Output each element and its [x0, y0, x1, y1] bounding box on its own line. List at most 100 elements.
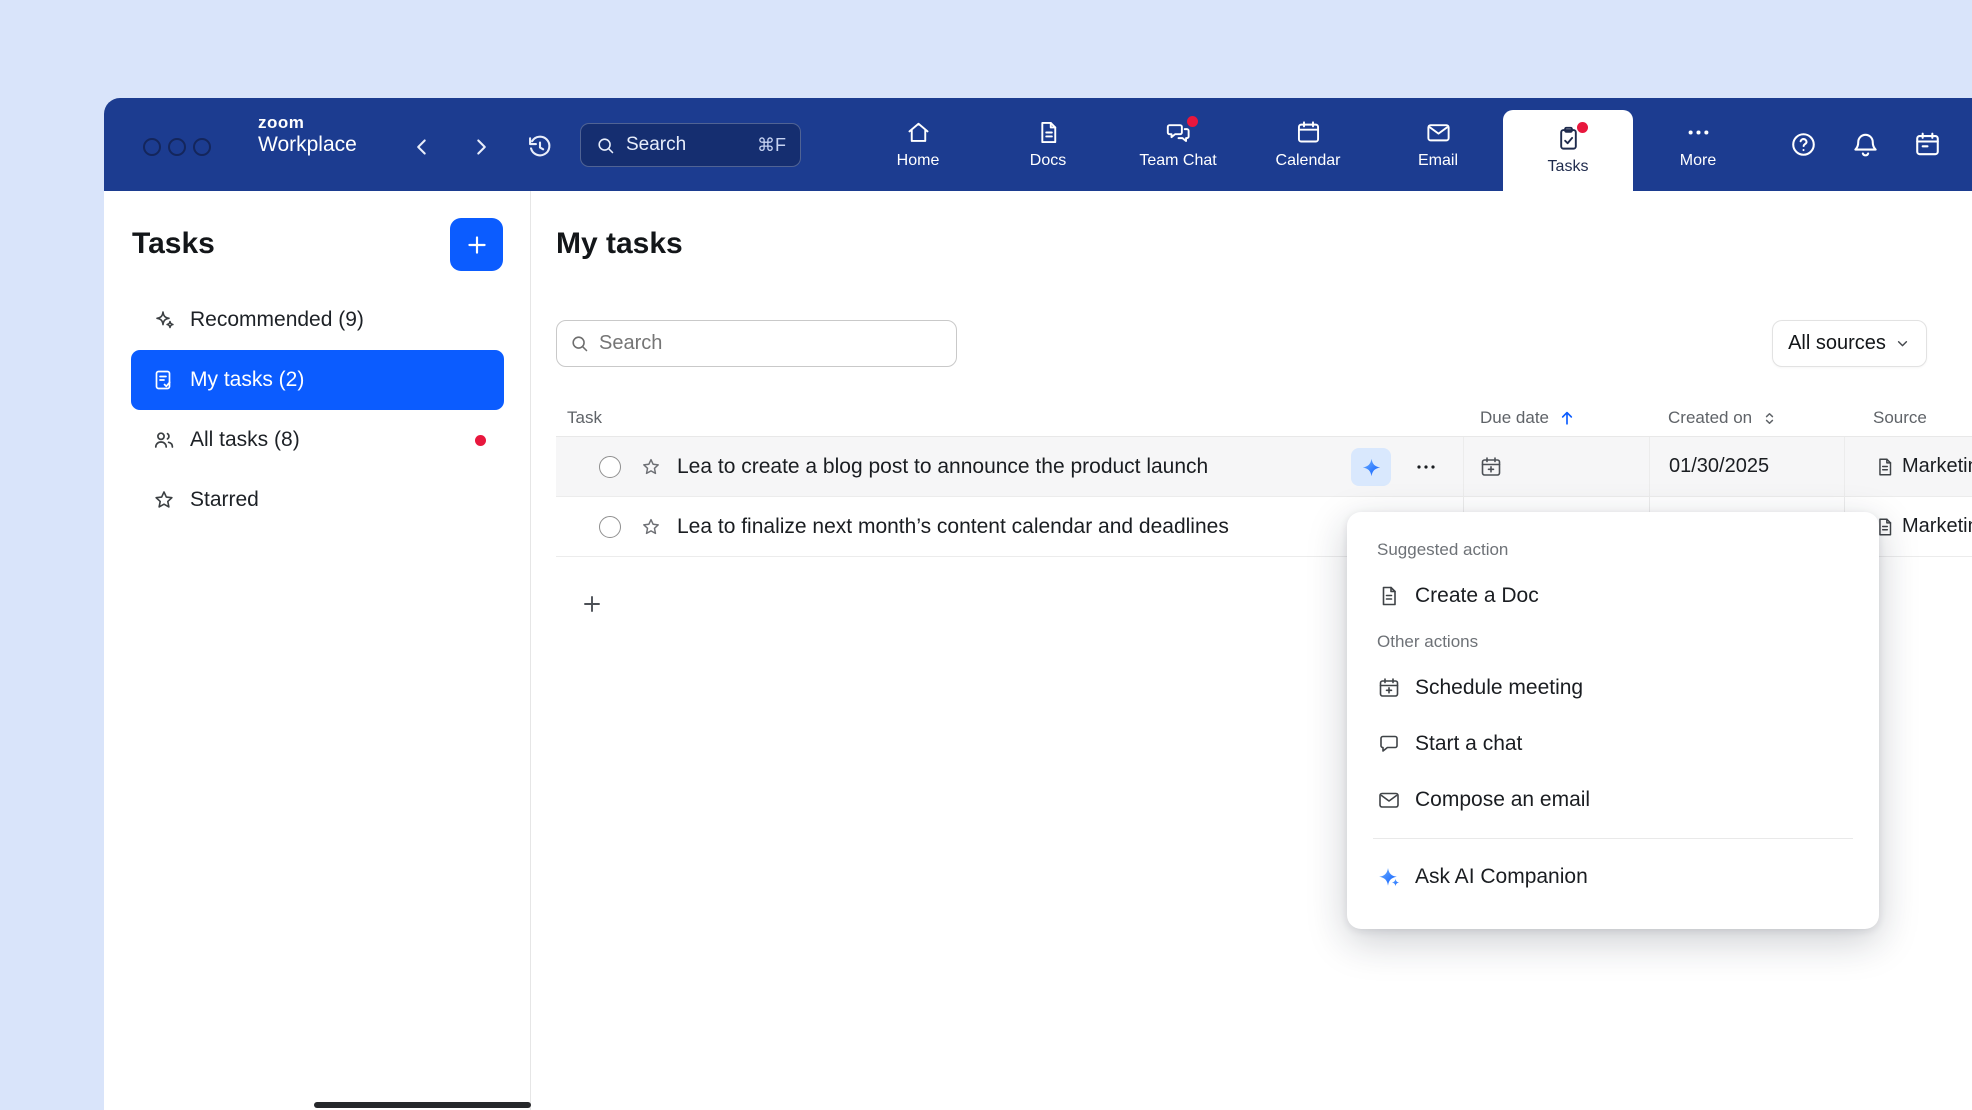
back-button[interactable] — [408, 133, 436, 161]
nav-home[interactable]: Home — [853, 98, 983, 191]
sidebar-item-my-tasks[interactable]: My tasks (2) — [131, 350, 504, 410]
column-created-on[interactable]: Created on — [1649, 408, 1844, 428]
email-icon — [1425, 119, 1452, 146]
mini-calendar-icon — [1913, 130, 1942, 159]
sort-toggle-icon[interactable] — [1760, 409, 1779, 428]
forward-button[interactable] — [467, 133, 495, 161]
column-due-date[interactable]: Due date — [1463, 408, 1649, 428]
column-task: Task — [556, 408, 1463, 428]
star-icon[interactable] — [640, 516, 662, 538]
product-name: Workplace — [258, 133, 357, 157]
doc-icon — [1377, 584, 1401, 608]
source-name: Marketing — [1902, 515, 1972, 538]
task-title: Lea to create a blog post to announce th… — [677, 455, 1208, 479]
star-icon[interactable] — [640, 456, 662, 478]
team-chat-icon — [1165, 119, 1192, 146]
row-more-button[interactable] — [1404, 448, 1448, 486]
ai-companion-actions-button[interactable] — [1351, 448, 1391, 486]
task-complete-checkbox[interactable] — [599, 456, 621, 478]
all-tasks-notification-dot — [475, 435, 486, 446]
mini-calendar-button[interactable] — [1913, 130, 1942, 159]
nav-home-label: Home — [897, 152, 940, 170]
window-zoom-button[interactable] — [193, 138, 211, 156]
chevron-left-icon — [409, 134, 435, 160]
menu-section-header: Other actions — [1347, 624, 1879, 660]
window-minimize-button[interactable] — [168, 138, 186, 156]
star-icon — [152, 488, 176, 512]
column-created-on-label: Created on — [1668, 408, 1752, 428]
help-icon — [1789, 130, 1818, 159]
history-button[interactable] — [526, 133, 554, 161]
nav-email[interactable]: Email — [1373, 98, 1503, 191]
plus-icon — [464, 232, 490, 258]
source-name: Marketing — [1902, 455, 1972, 478]
add-task-button[interactable] — [577, 589, 607, 619]
search-shortcut: ⌘F — [757, 135, 786, 156]
menu-item-create-doc[interactable]: Create a Doc — [1347, 568, 1879, 624]
window-controls[interactable] — [143, 138, 211, 156]
team-chat-notification-dot — [1187, 116, 1198, 127]
menu-item-label: Compose an email — [1415, 788, 1590, 812]
top-navigation: Home Docs Team Chat Calendar — [853, 98, 1763, 191]
created-on-date: 01/30/2025 — [1669, 455, 1769, 478]
task-list-icon — [152, 368, 176, 392]
brand-name: zoom — [258, 113, 357, 133]
menu-divider — [1373, 838, 1853, 839]
sidebar-item-starred[interactable]: Starred — [131, 470, 504, 530]
nav-tasks[interactable]: Tasks — [1503, 110, 1633, 191]
sidebar-item-label: My tasks (2) — [190, 368, 304, 392]
column-task-label: Task — [567, 408, 602, 428]
history-icon — [526, 133, 554, 161]
calendar-plus-icon — [1377, 676, 1401, 700]
top-bar: zoom Workplace Search ⌘F Home — [104, 98, 1972, 191]
sources-filter-dropdown[interactable]: All sources — [1772, 320, 1927, 367]
sidebar-item-all-tasks[interactable]: All tasks (8) — [131, 410, 504, 470]
search-icon — [569, 333, 590, 354]
sidebar: Tasks Recommended (9) My tasks (2) — [104, 191, 531, 1110]
nav-more[interactable]: More — [1633, 98, 1763, 191]
nav-docs[interactable]: Docs — [983, 98, 1113, 191]
home-icon — [905, 119, 932, 146]
new-task-button[interactable] — [450, 218, 503, 271]
menu-item-compose-email[interactable]: Compose an email — [1347, 772, 1879, 828]
chevron-right-icon — [468, 134, 494, 160]
menu-item-ask-ai-companion[interactable]: Ask AI Companion — [1347, 849, 1879, 905]
plus-icon — [580, 592, 604, 616]
source-doc-icon — [1874, 456, 1896, 478]
nav-docs-label: Docs — [1030, 152, 1066, 170]
search-icon — [595, 135, 616, 156]
notifications-button[interactable] — [1851, 130, 1880, 159]
nav-calendar[interactable]: Calendar — [1243, 98, 1373, 191]
horizontal-scrollbar-thumb[interactable] — [314, 1102, 531, 1108]
nav-team-chat-label: Team Chat — [1139, 152, 1216, 170]
nav-more-label: More — [1680, 152, 1716, 170]
menu-item-label: Start a chat — [1415, 732, 1522, 756]
window-close-button[interactable] — [143, 138, 161, 156]
global-search[interactable]: Search ⌘F — [580, 123, 801, 167]
ai-sparkle-icon — [1361, 457, 1382, 478]
menu-item-schedule-meeting[interactable]: Schedule meeting — [1347, 660, 1879, 716]
menu-item-label: Schedule meeting — [1415, 676, 1583, 700]
sidebar-item-recommended[interactable]: Recommended (9) — [131, 290, 504, 350]
chevron-down-icon — [1894, 335, 1911, 352]
email-icon — [1377, 788, 1401, 812]
menu-item-label: Create a Doc — [1415, 584, 1539, 608]
nav-team-chat[interactable]: Team Chat — [1113, 98, 1243, 191]
sort-ascending-icon[interactable] — [1557, 408, 1577, 428]
nav-email-label: Email — [1418, 152, 1458, 170]
task-row[interactable]: Lea to create a blog post to announce th… — [556, 437, 1972, 497]
task-complete-checkbox[interactable] — [599, 516, 621, 538]
menu-item-start-chat[interactable]: Start a chat — [1347, 716, 1879, 772]
sidebar-item-label: Recommended (9) — [190, 308, 364, 332]
task-search-input[interactable] — [599, 332, 944, 355]
more-icon — [1685, 119, 1712, 146]
task-title: Lea to finalize next month’s content cal… — [677, 515, 1229, 539]
table-header-row: Task Due date Created on Source — [556, 400, 1972, 437]
help-button[interactable] — [1789, 130, 1818, 159]
people-icon — [152, 428, 176, 452]
ai-actions-menu: Suggested action Create a Doc Other acti… — [1347, 512, 1879, 929]
add-due-date-button[interactable] — [1479, 455, 1503, 479]
tasks-icon — [1555, 125, 1582, 152]
ellipsis-icon — [1414, 455, 1438, 479]
task-search[interactable] — [556, 320, 957, 367]
